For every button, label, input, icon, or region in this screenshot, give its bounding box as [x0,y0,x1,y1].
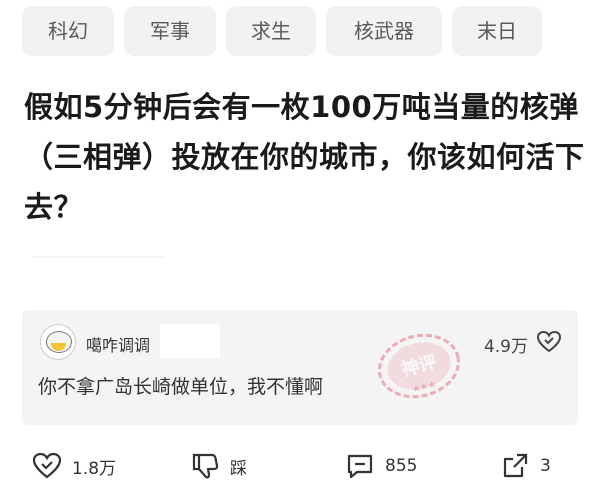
thumbs-down-icon [192,453,219,479]
tag-nuclear-weapons[interactable]: 核武器 [326,6,442,56]
tag-military[interactable]: 军事 [124,6,216,56]
question-title[interactable]: 假如5分钟后会有一枚100万吨当量的核弹（三相弹）投放在你的城市，你该如何活下去… [24,82,589,232]
hot-comment-badge-icon: 神评 ★★★ [378,333,460,399]
tag-bar: 科幻 军事 求生 核武器 末日 [0,6,600,58]
divider [32,256,164,258]
heart-icon[interactable] [536,329,562,355]
like-button[interactable]: 1.8万 [32,442,116,490]
comment-username[interactable]: 噶咋调调 [86,332,150,356]
comment-icon [347,454,373,479]
tag-survival[interactable]: 求生 [226,6,316,56]
comment-button[interactable]: 855 [345,442,417,490]
comment-like-count: 4.9万 [483,337,528,357]
tag-doomsday[interactable]: 末日 [452,6,542,56]
comment-text[interactable]: 你不拿广岛长崎做单位，我不懂啊 [38,372,323,399]
avatar[interactable] [40,324,76,360]
share-icon [503,453,528,478]
username-redaction [160,324,220,358]
action-bar: 1.8万 踩 855 3 [0,442,600,490]
heart-icon [32,452,62,479]
share-count: 3 [540,456,551,476]
like-count: 1.8万 [72,458,117,479]
dislike-button[interactable]: 踩 [190,442,247,490]
comment-count: 855 [385,456,418,476]
tag-scifi[interactable]: 科幻 [22,6,114,56]
top-comment[interactable]: 噶咋调调 神评 ★★★ 4.9万 你不拿广岛长崎做单位，我不懂啊 [22,310,578,425]
dislike-label: 踩 [230,458,247,479]
share-button[interactable]: 3 [500,442,551,490]
